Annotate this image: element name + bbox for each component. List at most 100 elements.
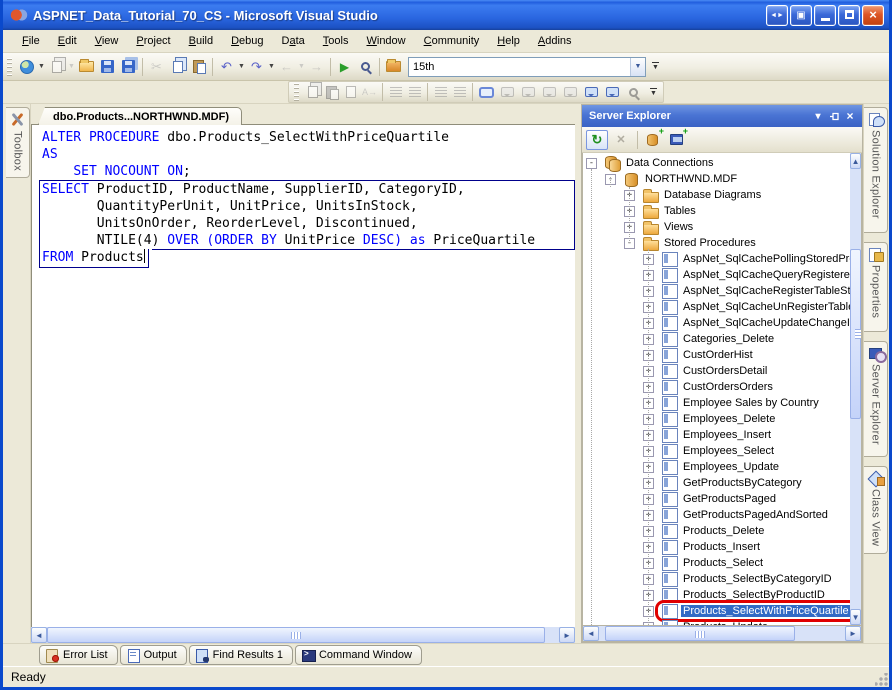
previous-bookmark-doc-button[interactable] <box>581 82 602 102</box>
new-website-button[interactable] <box>16 57 37 77</box>
tree-item-stored-procedures[interactable]: -Stored Procedures <box>583 235 850 251</box>
connect-to-database-button[interactable]: + <box>641 130 663 150</box>
tab-toolbox[interactable]: Toolbox <box>6 107 30 178</box>
tree-horizontal-scrollbar[interactable]: ◄ ► <box>582 626 862 642</box>
add-item-button[interactable] <box>46 57 67 77</box>
menu-item-tools[interactable]: Tools <box>314 32 358 50</box>
tree-item-aspnet-sqlcachepollingstoredprocedure[interactable]: +AspNet_SqlCachePollingStoredProcedure <box>583 251 850 267</box>
next-bookmark-doc-button[interactable] <box>602 82 623 102</box>
toolbar-overflow-button[interactable]: ▼ <box>649 57 662 77</box>
tree-item-database-diagrams[interactable]: +Database Diagrams <box>583 187 850 203</box>
tree-item-aspnet-sqlcachequeryregisteredtablesstoredprocedure[interactable]: +AspNet_SqlCacheQueryRegisteredTablesSto… <box>583 267 850 283</box>
document-tab[interactable]: dbo.Products...NORTHWND.MDF) <box>38 107 242 125</box>
find-combo-dropdown[interactable]: ▼ <box>630 58 645 76</box>
tree-vscroll-thumb[interactable] <box>850 249 861 419</box>
display-object-member-list-button[interactable] <box>303 82 322 102</box>
navigate-backward-button[interactable]: ← <box>276 57 297 77</box>
clear-bookmarks-button[interactable] <box>623 82 644 102</box>
menu-item-edit[interactable]: Edit <box>49 32 86 50</box>
data-connections-tree[interactable]: -Data Connections-NORTHWND.MDF+Database … <box>583 153 850 625</box>
tree-expander[interactable]: - <box>586 158 597 169</box>
navigate-forward-button[interactable]: → <box>306 57 327 77</box>
dock-button[interactable]: ◄► <box>766 5 788 26</box>
tree-item-custordersorders[interactable]: +CustOrdersOrders <box>583 379 850 395</box>
uncomment-button[interactable] <box>450 82 469 102</box>
tab-error-list[interactable]: Error List <box>39 645 118 665</box>
scroll-down-icon[interactable]: ▼ <box>850 609 861 625</box>
display-word-completion-button[interactable]: A→ <box>360 82 379 102</box>
navigate-backward-dropdown-arrow[interactable]: ▼ <box>297 63 306 70</box>
scroll-right-icon[interactable]: ► <box>845 626 861 641</box>
paste-button[interactable] <box>188 57 209 77</box>
tab-command-window[interactable]: Command Window <box>295 645 422 665</box>
scroll-left-icon[interactable]: ◄ <box>583 626 599 641</box>
scroll-left-icon[interactable]: ◄ <box>31 627 47 643</box>
hscroll-track[interactable] <box>545 627 559 643</box>
tree-item-aspnet-sqlcacheregistertablestoredprocedure[interactable]: +AspNet_SqlCacheRegisterTableStoredProce… <box>583 283 850 299</box>
tab-server-explorer[interactable]: Server Explorer <box>864 341 888 457</box>
tree-item-products-selectbyproductid[interactable]: +Products_SelectByProductID <box>583 587 850 603</box>
menu-item-view[interactable]: View <box>86 32 128 50</box>
menu-item-build[interactable]: Build <box>180 32 222 50</box>
undo-dropdown-arrow[interactable]: ▼ <box>237 63 246 70</box>
next-bookmark-folder-button[interactable] <box>560 82 581 102</box>
delete-button[interactable]: ✕ <box>610 130 632 150</box>
increase-indent-button[interactable] <box>405 82 424 102</box>
menu-item-addins[interactable]: Addins <box>529 32 581 50</box>
tab-find-results-1[interactable]: Find Results 1 <box>189 645 293 665</box>
toolbar-overflow-button[interactable]: ▼ <box>647 82 660 102</box>
undo-button[interactable]: ↶ <box>216 57 237 77</box>
tree-item-custorderhist[interactable]: +CustOrderHist <box>583 347 850 363</box>
tab-output[interactable]: Output <box>120 645 187 665</box>
tab-solution-explorer[interactable]: Solution Explorer <box>864 107 888 233</box>
menu-item-file[interactable]: File <box>13 32 49 50</box>
cut-button[interactable]: ✂ <box>146 57 167 77</box>
window-position-button[interactable]: ▾ <box>810 108 826 124</box>
hscroll-track[interactable] <box>795 626 845 641</box>
toggle-bookmark-button[interactable] <box>476 82 497 102</box>
menu-item-project[interactable]: Project <box>127 32 179 50</box>
tree-item-custordersdetail[interactable]: +CustOrdersDetail <box>583 363 850 379</box>
redo-dropdown-arrow[interactable]: ▼ <box>267 63 276 70</box>
comment-button[interactable] <box>431 82 450 102</box>
title-bar[interactable]: ASPNET_Data_Tutorial_70_CS - Microsoft V… <box>3 0 889 30</box>
menu-item-window[interactable]: Window <box>357 32 414 50</box>
tree-item-getproductsbycategory[interactable]: +GetProductsByCategory <box>583 475 850 491</box>
tab-properties[interactable]: Properties <box>864 242 888 332</box>
toolbar-grip[interactable] <box>294 83 299 101</box>
display-parameter-info-button[interactable] <box>322 82 341 102</box>
next-bookmark-button[interactable] <box>518 82 539 102</box>
tree-item-employees-update[interactable]: +Employees_Update <box>583 459 850 475</box>
tree-item-employees-delete[interactable]: +Employees_Delete <box>583 411 850 427</box>
minimize-button[interactable] <box>814 5 836 26</box>
start-debugging-button[interactable]: ▶ <box>334 57 355 77</box>
previous-bookmark-button[interactable] <box>497 82 518 102</box>
editor-hscroll-thumb[interactable] <box>47 627 545 643</box>
find-combo-input[interactable] <box>409 61 630 73</box>
tree-item-employees-select[interactable]: +Employees_Select <box>583 443 850 459</box>
auto-hide-pin-button[interactable] <box>826 108 842 124</box>
decrease-indent-button[interactable] <box>386 82 405 102</box>
save-button[interactable] <box>97 57 118 77</box>
vscroll-track[interactable] <box>850 169 861 249</box>
tree-item-northwnd-mdf[interactable]: -NORTHWND.MDF <box>583 171 850 187</box>
scroll-right-icon[interactable]: ► <box>559 627 575 643</box>
tree-item-aspnet-sqlcacheunregistertablestoredprocedure[interactable]: +AspNet_SqlCacheUnRegisterTableStoredPro… <box>583 299 850 315</box>
connect-to-server-button[interactable]: + <box>665 130 687 150</box>
editor-horizontal-scrollbar[interactable]: ◄ ► <box>31 627 575 643</box>
close-button[interactable]: × <box>862 5 884 26</box>
tree-hscroll-thumb[interactable] <box>605 626 795 641</box>
vscroll-track[interactable] <box>850 419 861 609</box>
open-file-button[interactable] <box>76 57 97 77</box>
find-in-files-button[interactable] <box>383 57 404 77</box>
tree-item-products-selectwithpricequartile[interactable]: +Products_SelectWithPriceQuartile <box>583 603 850 619</box>
previous-bookmark-folder-button[interactable] <box>539 82 560 102</box>
display-quick-info-button[interactable] <box>341 82 360 102</box>
tree-item-getproductspaged[interactable]: +GetProductsPaged <box>583 491 850 507</box>
tree-item-employee-sales-by-country[interactable]: +Employee Sales by Country <box>583 395 850 411</box>
menu-item-help[interactable]: Help <box>488 32 529 50</box>
code-editor[interactable]: ALTER PROCEDURE dbo.Products_SelectWithP… <box>31 125 575 627</box>
panel-close-button[interactable]: × <box>842 108 858 124</box>
tree-item-aspnet-sqlcacheupdatechangeidstoredprocedure[interactable]: +AspNet_SqlCacheUpdateChangeIdStoredProc… <box>583 315 850 331</box>
tree-item-views[interactable]: +Views <box>583 219 850 235</box>
